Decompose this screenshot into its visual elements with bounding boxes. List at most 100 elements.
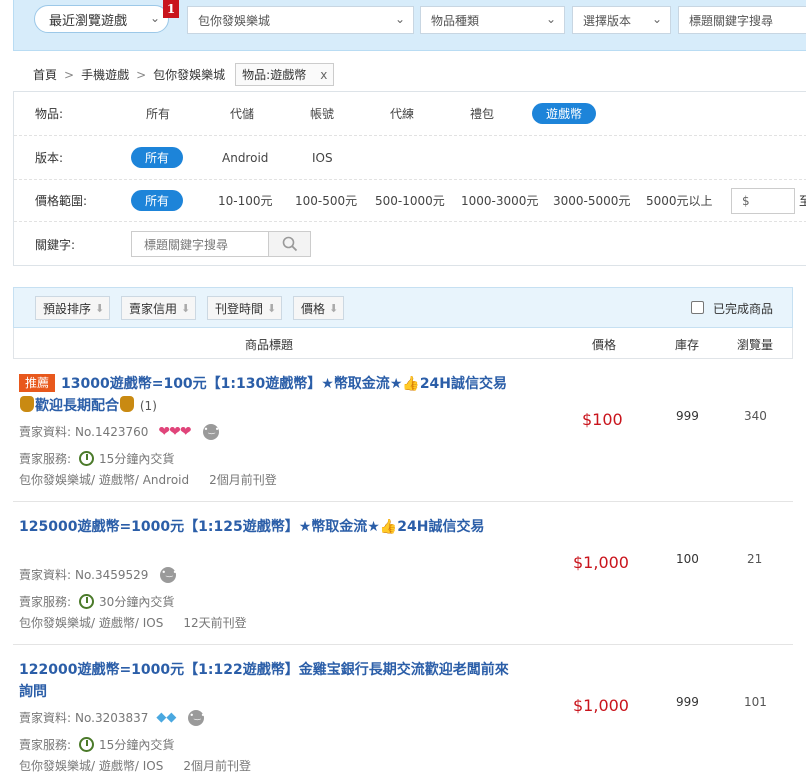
posted-time: 2個月前刊登 <box>183 759 251 773</box>
category-select[interactable]: 物品種類 ⌄ <box>420 6 565 34</box>
seller-info: 賣家資料: No.3203837 ◆◆ <box>19 709 205 726</box>
listing-title-text: 幣取金流 <box>333 376 390 392</box>
item-option-topup[interactable]: 代儲 <box>230 105 254 122</box>
version-select-value: 選擇版本 <box>583 13 632 28</box>
sort-default-button[interactable]: 預設排序 ⬇ <box>35 296 111 320</box>
filter-item-label: 物品: <box>35 107 64 121</box>
listing-category-path[interactable]: 包你發娛樂城/ 遊戲幣/ IOS <box>19 757 163 774</box>
listing-views: 21 <box>747 552 763 566</box>
price-option-100-500[interactable]: 100-500元 <box>295 192 357 209</box>
sort-default-label: 預設排序 <box>43 301 92 316</box>
listing-title-text: 24H誠信交易 <box>397 519 485 535</box>
keyword-search-input[interactable]: 標題關鍵字搜尋 <box>678 6 806 34</box>
chevron-right-icon: > <box>64 67 75 82</box>
header-stock: 庫存 <box>675 338 700 352</box>
item-option-account[interactable]: 帳號 <box>310 105 334 122</box>
recent-count-badge: 1 <box>163 0 179 18</box>
listing-title[interactable]: 125000遊戲幣=1000元【1:125遊戲幣】★幣取金流★👍24H誠信交易 <box>19 516 514 538</box>
chevron-down-icon: ⌄ <box>651 12 662 26</box>
chevron-down-icon: ⌄ <box>394 12 405 26</box>
seller-label: 賣家資料: <box>19 425 72 439</box>
search-bar: 最近瀏覽遊戲 ⌄ 1 包你發娛樂城 ⌄ 物品種類 ⌄ 選擇版本 ⌄ 標題關鍵字搜… <box>13 0 806 51</box>
seller-id[interactable]: No.3203837 <box>75 711 148 725</box>
listing-price: $100 <box>582 410 623 429</box>
sort-seller-button[interactable]: 賣家信用 ⬇ <box>121 296 197 320</box>
price-min-input[interactable]: $ <box>731 187 795 214</box>
sort-seller-label: 賣家信用 <box>129 301 178 316</box>
service-time: 15分鐘內交貨 <box>99 738 175 752</box>
star-icon: ★ <box>367 519 380 535</box>
arrow-down-icon: ⬇ <box>329 301 339 315</box>
star-icon: ★ <box>321 376 334 392</box>
breadcrumb: 首頁 > 手機遊戲 > 包你發娛樂城 物品:遊戲幣 x <box>33 63 335 86</box>
money-bag-icon <box>120 396 134 412</box>
chevron-down-icon: ⌄ <box>149 11 160 25</box>
sort-time-button[interactable]: 刊登時間 ⬇ <box>207 296 283 320</box>
item-option-leveling[interactable]: 代練 <box>390 105 414 122</box>
breadcrumb-mobile-games[interactable]: 手機遊戲 <box>81 66 129 83</box>
filter-row-keyword: 關鍵字: 標題關鍵字搜尋 <box>14 222 806 266</box>
service-time: 15分鐘內交貨 <box>99 452 175 466</box>
listing-stock: 100 <box>676 552 699 566</box>
price-option-all[interactable]: 所有 <box>131 190 184 211</box>
filter-price-label: 價格範圍: <box>35 194 88 208</box>
price-option-1000-3000[interactable]: 1000-3000元 <box>461 192 538 209</box>
version-select[interactable]: 選擇版本 ⌄ <box>572 6 671 34</box>
star-icon: ★ <box>298 519 312 535</box>
game-select-value: 包你發娛樂城 <box>198 13 271 28</box>
item-option-coins[interactable]: 遊戲幣 <box>532 103 597 124</box>
seller-id[interactable]: No.1423760 <box>75 425 148 439</box>
listing-title[interactable]: 122000遊戲幣=1000元【1:122遊戲幣】金雞宝銀行長期交流歡迎老闆前來… <box>19 659 514 703</box>
price-option-10-100[interactable]: 10-100元 <box>218 192 273 209</box>
keyword-input[interactable]: 標題關鍵字搜尋 <box>131 231 268 257</box>
price-option-5000-plus[interactable]: 5000元以上 <box>646 192 713 209</box>
arrow-down-icon: ⬇ <box>267 301 277 315</box>
sort-price-button[interactable]: 價格 ⬇ <box>293 296 345 320</box>
listing-title-text: 歡迎長期配合 <box>35 398 119 414</box>
table-header: 商品標題 價格 庫存 瀏覽量 <box>13 328 793 359</box>
close-icon[interactable]: x <box>320 68 327 82</box>
breadcrumb-game[interactable]: 包你發娛樂城 <box>153 66 225 83</box>
posted-time: 12天前刊登 <box>183 616 247 630</box>
item-option-all[interactable]: 所有 <box>146 105 170 122</box>
service-label: 賣家服務: <box>19 595 72 609</box>
item-option-gift[interactable]: 禮包 <box>470 105 494 122</box>
seller-label: 賣家資料: <box>19 711 72 725</box>
breadcrumb-home[interactable]: 首頁 <box>33 66 57 83</box>
price-option-3000-5000[interactable]: 3000-5000元 <box>553 192 630 209</box>
price-option-500-1000[interactable]: 500-1000元 <box>375 192 445 209</box>
rating-count: (1) <box>139 399 157 413</box>
completed-checkbox[interactable] <box>691 301 704 314</box>
thumbs-up-icon: 👍 <box>379 519 398 535</box>
posted-time: 2個月前刊登 <box>209 473 277 487</box>
listing-category-path[interactable]: 包你發娛樂城/ 遊戲幣/ Android <box>19 471 189 488</box>
recent-games-dropdown[interactable]: 最近瀏覽遊戲 ⌄ 1 <box>34 0 179 33</box>
header-price: 價格 <box>592 338 617 352</box>
completed-label: 已完成商品 <box>713 302 774 316</box>
version-option-android[interactable]: Android <box>222 151 268 165</box>
listing-title-text: 13000遊戲幣=100元【1:130遊戲幣】 <box>61 376 322 392</box>
version-option-all[interactable]: 所有 <box>131 147 184 168</box>
keyword-search-button[interactable] <box>268 231 311 257</box>
seller-service: 賣家服務: 30分鐘內交貨 <box>19 593 174 610</box>
star-icon: ★ <box>389 376 403 392</box>
header-title: 商品標題 <box>245 338 294 352</box>
listing-title[interactable]: 推薦 13000遊戲幣=100元【1:130遊戲幣】★幣取金流★👍24H誠信交易歡… <box>19 373 514 417</box>
active-filter-label: 物品:遊戲幣 <box>242 68 307 82</box>
listing-stock: 999 <box>676 409 699 423</box>
clock-icon <box>79 594 95 609</box>
game-select[interactable]: 包你發娛樂城 ⌄ <box>187 6 414 34</box>
listing-path: 包你發娛樂城/ 遊戲幣/ IOS 2個月前刊登 <box>19 757 251 774</box>
filter-row-price: 價格範圍: 所有 10-100元 100-500元 500-1000元 1000… <box>14 180 806 222</box>
face-icon <box>160 566 177 583</box>
seller-service: 賣家服務: 15分鐘內交貨 <box>19 736 174 753</box>
seller-info: 賣家資料: No.1423760 ❤❤❤ <box>19 423 220 440</box>
seller-id[interactable]: No.3459529 <box>75 568 148 582</box>
listing-title-text: 幣取金流 <box>311 519 368 535</box>
list-item: 122000遊戲幣=1000元【1:122遊戲幣】金雞宝銀行長期交流歡迎老闆前來… <box>13 645 793 779</box>
face-icon <box>188 709 205 726</box>
version-option-ios[interactable]: IOS <box>312 151 333 165</box>
search-icon <box>282 236 297 252</box>
active-filter-tag: 物品:遊戲幣 x <box>235 63 335 86</box>
listing-category-path[interactable]: 包你發娛樂城/ 遊戲幣/ IOS <box>19 614 163 631</box>
